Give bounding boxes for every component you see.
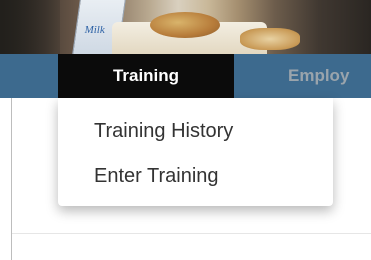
content-divider bbox=[12, 233, 371, 234]
header-banner-image: Milk bbox=[0, 0, 371, 54]
food-item-graphic bbox=[240, 28, 300, 50]
nav-tab-training[interactable]: Training bbox=[58, 54, 234, 98]
menu-item-enter-training[interactable]: Enter Training bbox=[94, 165, 219, 188]
content-left-border bbox=[11, 98, 12, 260]
nav-tab-employ[interactable]: Employ bbox=[288, 54, 371, 98]
main-nav-bar: Training Employ bbox=[0, 54, 371, 98]
banner-shadow bbox=[0, 0, 60, 54]
training-dropdown-menu: Training History Enter Training bbox=[58, 98, 333, 206]
menu-item-training-history[interactable]: Training History bbox=[94, 120, 233, 143]
milk-carton-label: Milk bbox=[84, 24, 105, 36]
food-item-graphic bbox=[150, 12, 220, 38]
